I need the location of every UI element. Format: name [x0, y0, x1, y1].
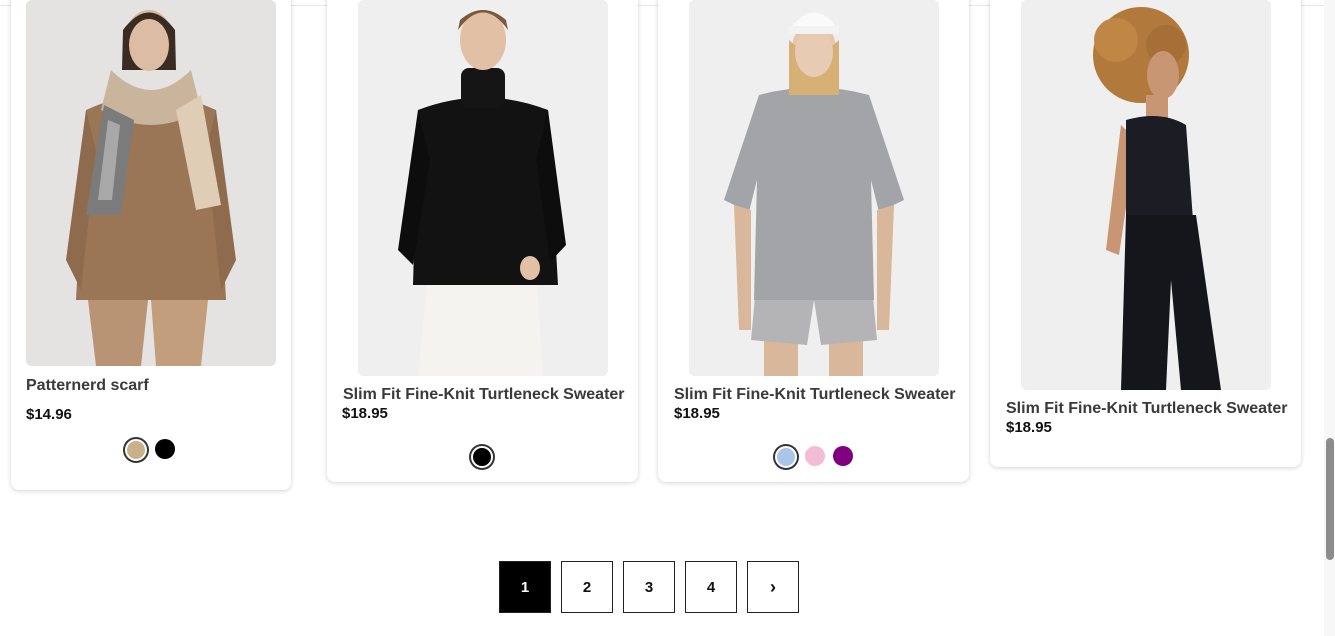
color-swatch-black[interactable] — [471, 446, 493, 468]
product-title[interactable]: Slim Fit Fine-Knit Turtleneck Sweater — [1006, 400, 1288, 418]
pagination: 1 2 3 4 › — [499, 561, 799, 613]
next-page-button[interactable]: › — [747, 561, 799, 613]
color-swatch-beige[interactable] — [125, 439, 147, 461]
product-image[interactable] — [358, 0, 608, 376]
color-swatches — [775, 446, 853, 468]
grey-tshirt-photo — [689, 0, 939, 376]
product-card[interactable]: Slim Fit Fine-Knit Turtleneck Sweater $1… — [990, 0, 1301, 467]
product-price: $18.95 — [342, 405, 388, 422]
product-image[interactable] — [689, 0, 939, 376]
chevron-right-icon: › — [770, 576, 776, 597]
color-swatch-light-blue[interactable] — [775, 446, 797, 468]
product-image[interactable] — [1021, 0, 1271, 390]
product-price: $18.95 — [674, 405, 720, 422]
scarf-model-photo — [26, 0, 276, 366]
color-swatch-black[interactable] — [155, 439, 175, 459]
black-tank-top-photo — [1021, 0, 1271, 390]
color-swatches — [471, 446, 493, 468]
product-title[interactable]: Slim Fit Fine-Knit Turtleneck Sweater — [343, 386, 625, 404]
product-title[interactable]: Patternerd scarf — [26, 377, 149, 395]
page-button-2[interactable]: 2 — [561, 561, 613, 613]
product-price: $14.96 — [26, 406, 72, 423]
product-price: $18.95 — [1006, 419, 1052, 436]
page-button-4[interactable]: 4 — [685, 561, 737, 613]
page-button-1[interactable]: 1 — [499, 561, 551, 613]
product-card[interactable]: Patternerd scarf $14.96 — [11, 0, 291, 490]
page-button-3[interactable]: 3 — [623, 561, 675, 613]
product-card[interactable]: Slim Fit Fine-Knit Turtleneck Sweater $1… — [327, 0, 638, 482]
color-swatches — [125, 439, 175, 461]
product-card[interactable]: Slim Fit Fine-Knit Turtleneck Sweater $1… — [658, 0, 969, 482]
black-turtleneck-photo — [358, 0, 608, 376]
scrollbar-thumb[interactable] — [1326, 438, 1334, 560]
color-swatch-purple[interactable] — [833, 446, 853, 466]
product-image[interactable] — [26, 0, 276, 366]
product-title[interactable]: Slim Fit Fine-Knit Turtleneck Sweater — [674, 386, 956, 404]
color-swatch-pink[interactable] — [805, 446, 825, 466]
